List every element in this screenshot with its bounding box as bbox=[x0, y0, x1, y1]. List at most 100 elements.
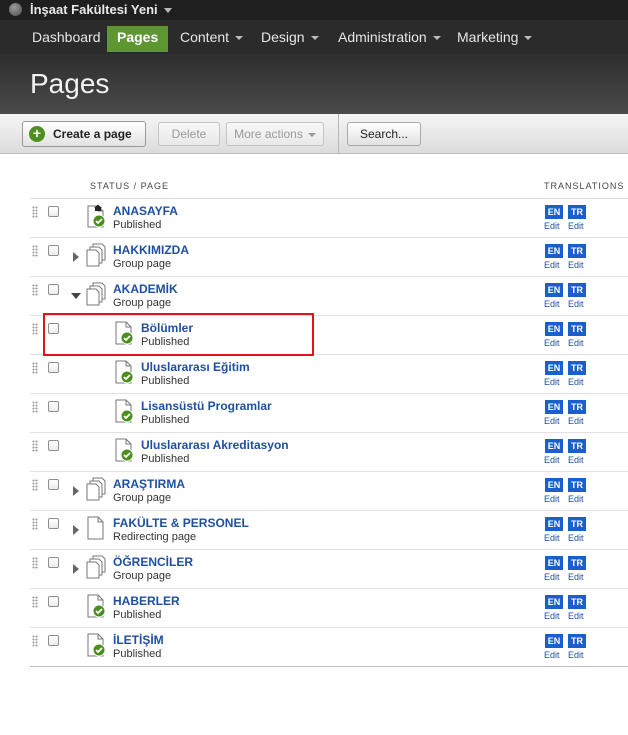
drag-handle-icon[interactable] bbox=[32, 362, 38, 374]
table-row[interactable]: İLETİŞİM Published EN TR Edit Edit bbox=[30, 628, 628, 667]
edit-tr-link[interactable]: Edit bbox=[568, 338, 584, 348]
translation-tr-badge[interactable]: TR bbox=[568, 361, 586, 375]
table-row[interactable]: HAKKIMIZDA Group page EN TR Edit Edit bbox=[30, 238, 628, 277]
expand-arrow-icon[interactable] bbox=[73, 486, 79, 496]
drag-handle-icon[interactable] bbox=[32, 206, 38, 218]
page-title-link[interactable]: ANASAYFA bbox=[113, 204, 178, 218]
drag-handle-icon[interactable] bbox=[32, 440, 38, 452]
page-title-link[interactable]: Uluslararası Akreditasyon bbox=[141, 438, 289, 452]
translation-tr-badge[interactable]: TR bbox=[568, 439, 586, 453]
edit-tr-link[interactable]: Edit bbox=[568, 221, 584, 231]
edit-tr-link[interactable]: Edit bbox=[568, 299, 584, 309]
page-title-link[interactable]: ARAŞTIRMA bbox=[113, 477, 185, 491]
drag-handle-icon[interactable] bbox=[32, 518, 38, 530]
edit-en-link[interactable]: Edit bbox=[544, 338, 560, 348]
translation-en-badge[interactable]: EN bbox=[545, 556, 563, 570]
drag-handle-icon[interactable] bbox=[32, 245, 38, 257]
edit-en-link[interactable]: Edit bbox=[544, 260, 560, 270]
nav-item-3[interactable]: Design bbox=[251, 26, 329, 50]
site-title[interactable]: İnşaat Fakültesi Yeni bbox=[30, 2, 172, 17]
search-button[interactable]: Search... bbox=[347, 122, 421, 146]
table-row[interactable]: Uluslararası Akreditasyon Published EN TR Ed… bbox=[30, 433, 628, 472]
page-title-link[interactable]: ÖĞRENCİLER bbox=[113, 555, 193, 569]
page-title-link[interactable]: Uluslararası Eğitim bbox=[141, 360, 250, 374]
translation-en-badge[interactable]: EN bbox=[545, 361, 563, 375]
edit-en-link[interactable]: Edit bbox=[544, 533, 560, 543]
edit-en-link[interactable]: Edit bbox=[544, 299, 560, 309]
page-title-link[interactable]: HABERLER bbox=[113, 594, 180, 608]
table-row[interactable]: Uluslararası Eğitim Published EN TR Edit Edit bbox=[30, 355, 628, 394]
edit-tr-link[interactable]: Edit bbox=[568, 455, 584, 465]
translation-en-badge[interactable]: EN bbox=[545, 400, 563, 414]
collapse-arrow-icon[interactable] bbox=[71, 293, 81, 299]
more-actions-button[interactable]: More actions bbox=[226, 122, 324, 146]
drag-handle-icon[interactable] bbox=[32, 557, 38, 569]
translation-en-badge[interactable]: EN bbox=[545, 634, 563, 648]
translation-en-badge[interactable]: EN bbox=[545, 322, 563, 336]
edit-tr-link[interactable]: Edit bbox=[568, 533, 584, 543]
edit-en-link[interactable]: Edit bbox=[544, 572, 560, 582]
drag-handle-icon[interactable] bbox=[32, 284, 38, 296]
row-checkbox[interactable] bbox=[48, 518, 59, 529]
translation-en-badge[interactable]: EN bbox=[545, 283, 563, 297]
nav-item-4[interactable]: Administration bbox=[328, 26, 451, 50]
page-title-link[interactable]: AKADEMİK bbox=[113, 282, 178, 296]
translation-tr-badge[interactable]: TR bbox=[568, 400, 586, 414]
edit-en-link[interactable]: Edit bbox=[544, 455, 560, 465]
row-checkbox[interactable] bbox=[48, 245, 59, 256]
delete-button[interactable]: Delete bbox=[158, 122, 220, 146]
row-checkbox[interactable] bbox=[48, 557, 59, 568]
expand-arrow-icon[interactable] bbox=[73, 252, 79, 262]
nav-item-2[interactable]: Content bbox=[170, 26, 253, 50]
row-checkbox[interactable] bbox=[48, 284, 59, 295]
page-title-link[interactable]: HAKKIMIZDA bbox=[113, 243, 189, 257]
edit-tr-link[interactable]: Edit bbox=[568, 260, 584, 270]
row-checkbox[interactable] bbox=[48, 596, 59, 607]
edit-en-link[interactable]: Edit bbox=[544, 416, 560, 426]
drag-handle-icon[interactable] bbox=[32, 479, 38, 491]
translation-tr-badge[interactable]: TR bbox=[568, 556, 586, 570]
translation-tr-badge[interactable]: TR bbox=[568, 244, 586, 258]
translation-en-badge[interactable]: EN bbox=[545, 205, 563, 219]
expand-arrow-icon[interactable] bbox=[73, 564, 79, 574]
edit-tr-link[interactable]: Edit bbox=[568, 416, 584, 426]
page-title-link[interactable]: İLETİŞİM bbox=[113, 633, 164, 647]
translation-tr-badge[interactable]: TR bbox=[568, 322, 586, 336]
drag-handle-icon[interactable] bbox=[32, 635, 38, 647]
edit-en-link[interactable]: Edit bbox=[544, 611, 560, 621]
edit-en-link[interactable]: Edit bbox=[544, 494, 560, 504]
edit-tr-link[interactable]: Edit bbox=[568, 572, 584, 582]
edit-en-link[interactable]: Edit bbox=[544, 650, 560, 660]
edit-tr-link[interactable]: Edit bbox=[568, 611, 584, 621]
drag-handle-icon[interactable] bbox=[32, 323, 38, 335]
nav-item-5[interactable]: Marketing bbox=[447, 26, 542, 50]
table-row[interactable]: ANASAYFA Published EN TR Edit Edit bbox=[30, 199, 628, 238]
drag-handle-icon[interactable] bbox=[32, 401, 38, 413]
row-checkbox[interactable] bbox=[48, 479, 59, 490]
nav-item-0[interactable]: Dashboard bbox=[22, 26, 111, 50]
page-title-link[interactable]: Lisansüstü Programlar bbox=[141, 399, 272, 413]
translation-tr-badge[interactable]: TR bbox=[568, 205, 586, 219]
row-checkbox[interactable] bbox=[48, 401, 59, 412]
translation-tr-badge[interactable]: TR bbox=[568, 283, 586, 297]
expand-arrow-icon[interactable] bbox=[73, 525, 79, 535]
row-checkbox[interactable] bbox=[48, 206, 59, 217]
translation-tr-badge[interactable]: TR bbox=[568, 478, 586, 492]
translation-en-badge[interactable]: EN bbox=[545, 439, 563, 453]
translation-tr-badge[interactable]: TR bbox=[568, 634, 586, 648]
row-checkbox[interactable] bbox=[48, 635, 59, 646]
edit-tr-link[interactable]: Edit bbox=[568, 494, 584, 504]
table-row[interactable]: AKADEMİK Group page EN TR Edit Edit bbox=[30, 277, 628, 316]
edit-tr-link[interactable]: Edit bbox=[568, 377, 584, 387]
row-checkbox[interactable] bbox=[48, 440, 59, 451]
translation-tr-badge[interactable]: TR bbox=[568, 517, 586, 531]
edit-tr-link[interactable]: Edit bbox=[568, 650, 584, 660]
translation-tr-badge[interactable]: TR bbox=[568, 595, 586, 609]
page-title-link[interactable]: FAKÜLTE & PERSONEL bbox=[113, 516, 249, 530]
edit-en-link[interactable]: Edit bbox=[544, 377, 560, 387]
row-checkbox[interactable] bbox=[48, 362, 59, 373]
translation-en-badge[interactable]: EN bbox=[545, 517, 563, 531]
translation-en-badge[interactable]: EN bbox=[545, 244, 563, 258]
nav-item-1[interactable]: Pages bbox=[107, 26, 169, 52]
translation-en-badge[interactable]: EN bbox=[545, 478, 563, 492]
